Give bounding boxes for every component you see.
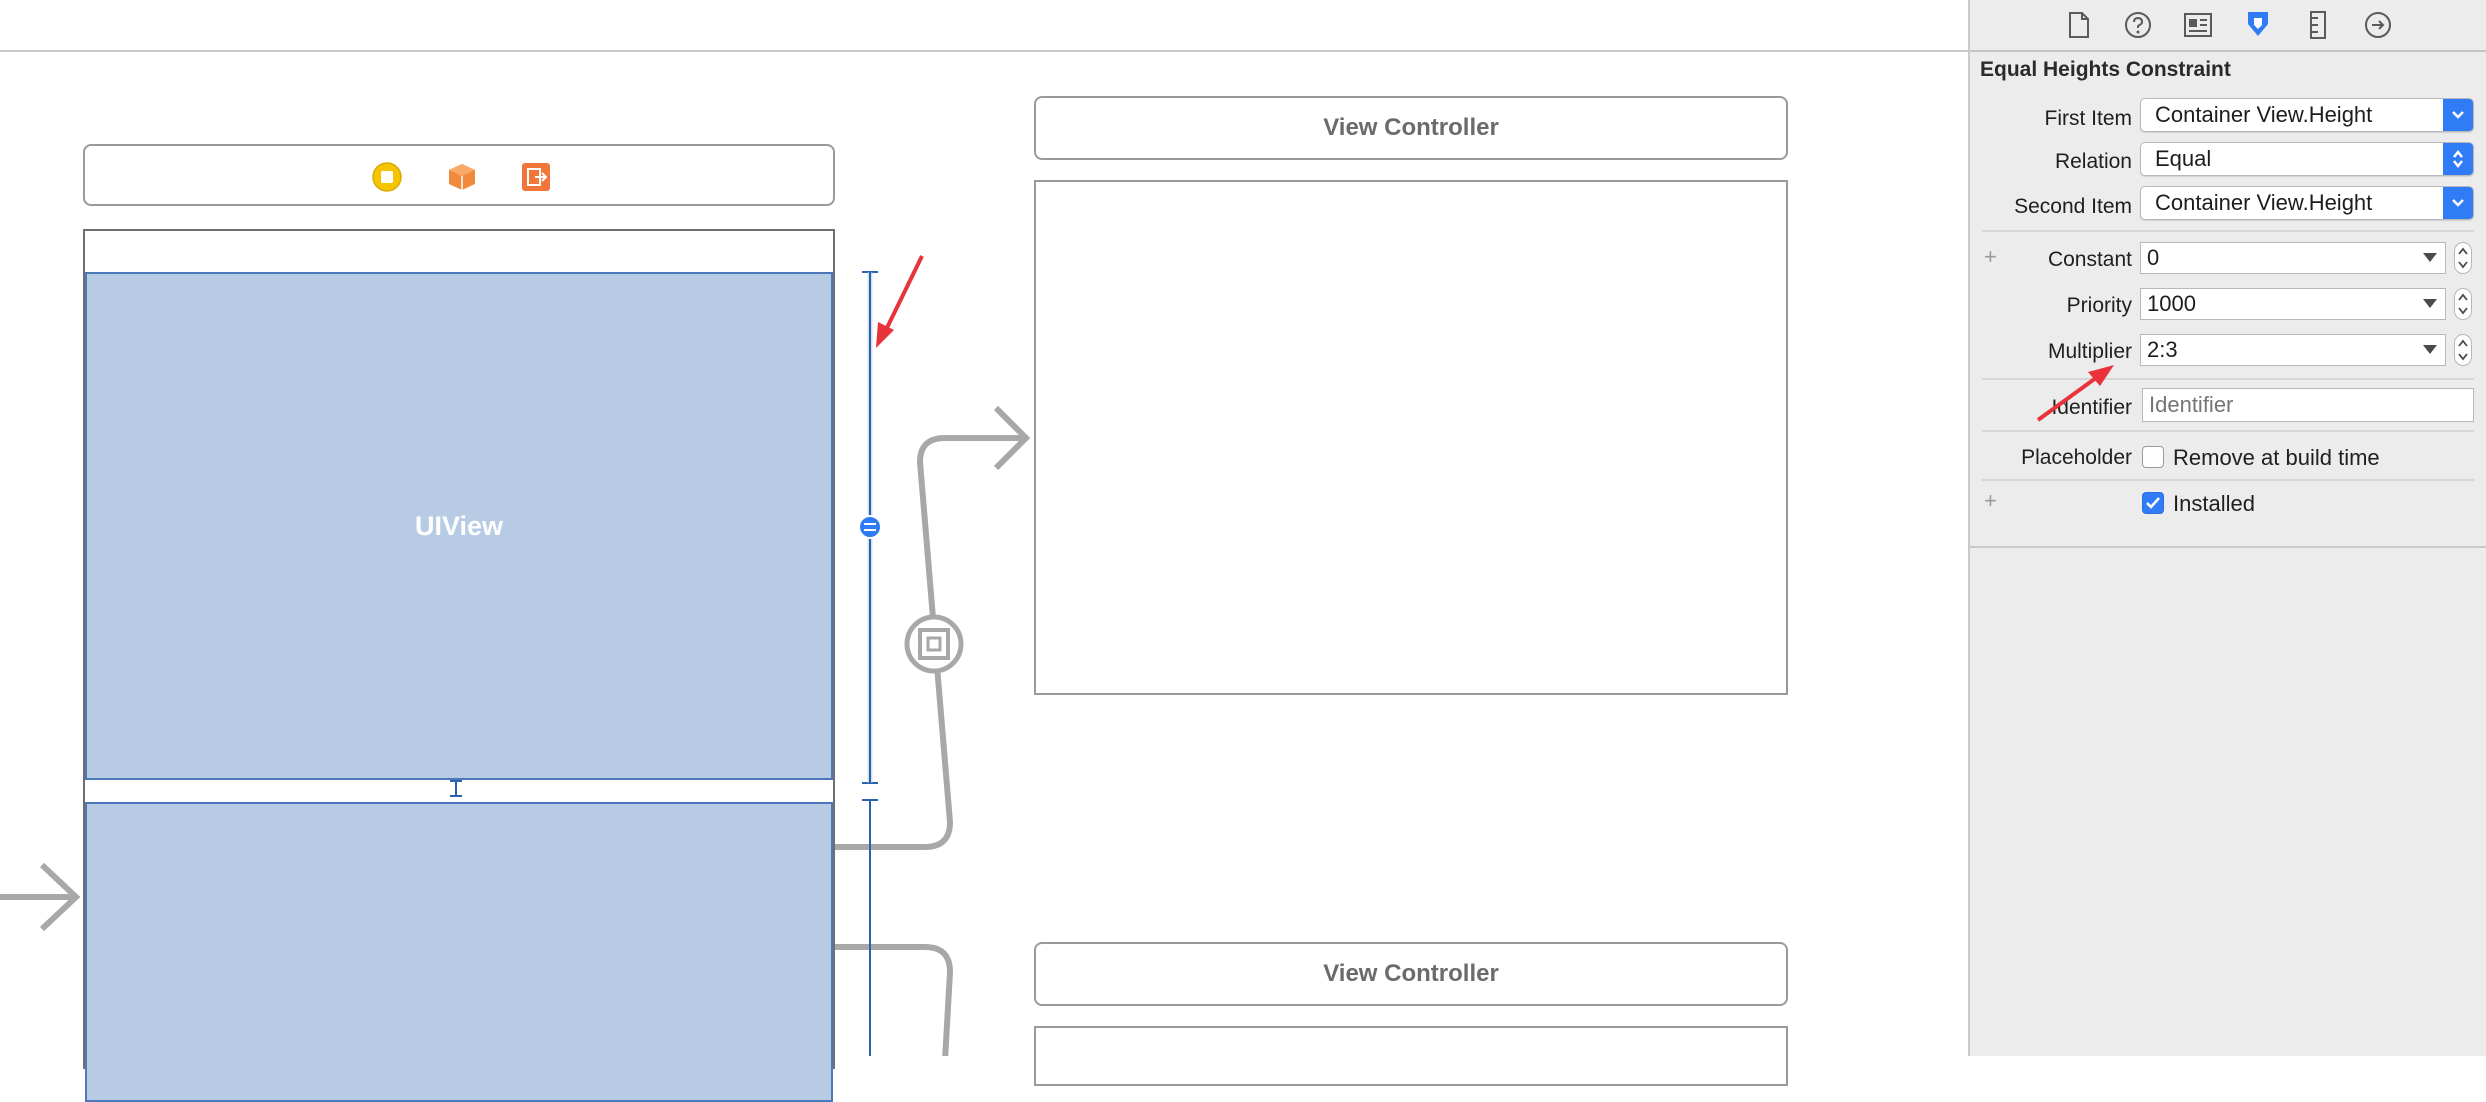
relation-label: Relation [2054,150,2132,173]
canvas-overlay [0,255,1031,1056]
inspector-header: Equal Heights Constraint [1980,58,2231,81]
first-item-label: First Item [2044,107,2133,130]
inspector-toolbar [1970,0,2486,52]
remove-at-build-time-checkbox[interactable] [2142,446,2164,468]
checkmark-icon [2146,497,2160,509]
chevron-down-icon [2443,187,2473,219]
plus-icon[interactable]: + [1984,488,1997,514]
file-icon[interactable] [2064,10,2094,40]
relation-popup[interactable]: Equal [2140,142,2474,176]
size-icon[interactable] [2243,10,2273,40]
identifier-input[interactable] [2142,388,2474,422]
priority-value: 1000 [2147,291,2196,316]
chevron-down-icon [2443,99,2473,131]
initial-vc-arrow [0,862,81,932]
inspector-section-end [1970,546,2486,548]
installed-label: Installed [2173,491,2255,516]
constant-field[interactable]: 0 [2140,242,2446,274]
embed-segue-1[interactable] [835,405,1031,850]
annotation-arrow-inspector [2036,365,2114,422]
vertical-spacing-constraint[interactable] [450,780,462,797]
dropdown-arrow-icon [2423,253,2437,262]
priority-label: Priority [2066,294,2132,317]
attributes-inspector: Equal Heights Constraint First Item Cont… [1968,0,2486,1056]
dropdown-arrow-icon [2423,299,2437,308]
second-item-popup[interactable]: Container View.Height [2140,186,2474,220]
first-item-popup[interactable]: Container View.Height [2140,98,2474,132]
dropdown-arrow-icon [2423,345,2437,354]
placeholder-label: Placeholder [2021,446,2132,469]
height-constraint-line-bottom[interactable] [862,799,878,1056]
constant-label: Constant [2047,248,2132,271]
priority-field[interactable]: 1000 [2140,288,2446,320]
annotation-arrow-canvas [876,255,924,348]
priority-stepper[interactable] [2454,288,2472,320]
multiplier-stepper[interactable] [2454,334,2472,366]
divider [1982,479,2474,481]
embed-segue-2[interactable] [835,944,954,1056]
constant-stepper[interactable] [2454,242,2472,274]
storyboard-canvas[interactable]: UIView View Controller View Controller [0,0,1968,1102]
relation-value: Equal [2155,146,2212,171]
help-icon[interactable] [2123,10,2153,40]
connections-icon[interactable] [2363,10,2393,40]
second-item-label: Second Item [2014,195,2132,218]
installed-checkbox[interactable] [2142,492,2164,514]
divider [1982,230,2474,232]
equal-constraint-badge[interactable] [858,515,882,539]
first-item-value: Container View.Height [2155,102,2373,127]
identity-icon[interactable] [2183,10,2213,40]
constant-value: 0 [2147,245,2160,270]
second-item-value: Container View.Height [2155,190,2373,215]
divider [1982,430,2474,432]
remove-at-build-time-label: Remove at build time [2173,445,2380,470]
ruler-icon[interactable] [2303,10,2333,40]
chevron-updown-icon [2443,143,2473,175]
